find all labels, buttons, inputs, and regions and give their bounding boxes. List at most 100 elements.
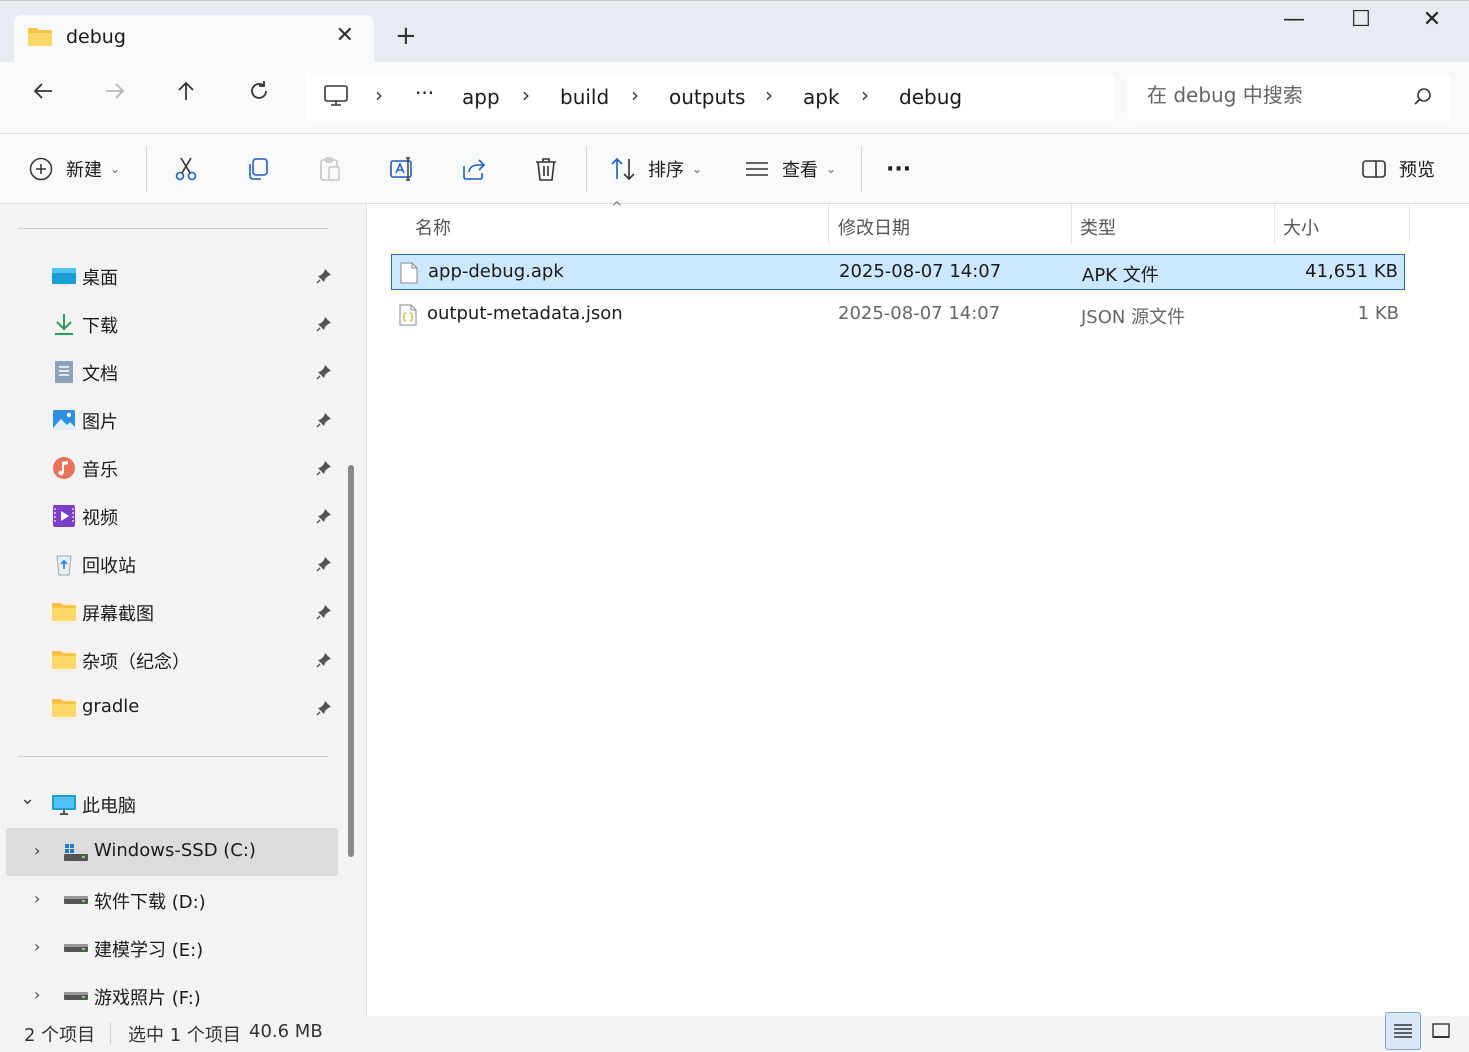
file-type: JSON 源文件 [1081,307,1186,328]
title-bar: debug ✕ + — ☐ ✕ [0,0,1469,63]
sidebar-divider [18,756,328,757]
view-button[interactable]: 查看 ⌄ [744,152,836,186]
sidebar-item-gradle[interactable]: gradle [6,684,338,732]
breadcrumb-app[interactable]: app [462,85,500,109]
refresh-button[interactable] [241,80,277,116]
tab-debug[interactable]: debug ✕ [14,15,374,63]
file-date: 2025-08-07 14:07 [838,303,1001,324]
sort-button[interactable]: 排序 ⌄ [610,152,702,186]
rename-button[interactable] [389,152,415,186]
file-icon [400,262,418,284]
command-toolbar: 新建 ⌄ 排序 ⌄ 查看 ⌄ ··· 预览 [0,134,1469,204]
tiles-view-icon [1432,1023,1450,1038]
drive-icon [64,992,88,1000]
more-options-button[interactable]: ··· [886,152,911,186]
column-divider[interactable] [828,204,829,244]
column-header-date[interactable]: 修改日期 [838,214,910,240]
sidebar-item-screenshots[interactable]: 屏幕截图 [6,588,338,636]
search-input[interactable] [1147,83,1397,107]
sidebar-item-drive-e[interactable]: › 建模学习 (E:) [6,924,338,972]
up-button[interactable] [168,80,204,116]
chevron-right-icon[interactable]: › [34,841,40,860]
pin-icon[interactable] [316,316,332,332]
preview-pane-button[interactable]: 预览 [1361,152,1435,186]
sidebar-item-label: 回收站 [82,556,136,577]
videos-icon [53,505,75,527]
pin-icon[interactable] [316,604,332,620]
sort-ascending-icon: ^ [611,200,623,216]
search-icon[interactable] [1413,87,1433,107]
chevron-down-icon: ⌄ [826,162,837,176]
sidebar-item-pictures[interactable]: 图片 [6,396,338,444]
close-window-button[interactable]: ✕ [1414,7,1450,43]
sidebar-item-label: 软件下载 (D:) [94,892,206,913]
breadcrumb-outputs[interactable]: outputs [669,85,745,109]
breadcrumb-apk[interactable]: apk [803,85,840,109]
address-bar[interactable]: › ··· app › build › outputs › apk › debu… [305,73,1115,121]
sidebar-scrollbar[interactable] [348,465,354,857]
json-file-icon [399,304,417,326]
list-view-icon [746,162,768,176]
breadcrumb-overflow[interactable]: ··· [415,81,434,105]
forward-button[interactable] [97,80,133,116]
sidebar-item-misc[interactable]: 杂项（纪念） [6,636,338,684]
column-header-name[interactable]: 名称 [415,214,451,240]
chevron-right-icon[interactable]: › [34,937,40,956]
sidebar-item-desktop[interactable]: 桌面 [6,252,338,300]
refresh-icon [251,81,267,99]
pin-icon[interactable] [316,652,332,668]
sidebar-item-drive-c[interactable]: › Windows-SSD (C:) [6,828,338,876]
tiles-view-button[interactable] [1423,1012,1459,1050]
sidebar-item-videos[interactable]: 视频 [6,492,338,540]
new-tab-button[interactable]: + [395,21,417,51]
cut-button[interactable] [173,152,199,186]
breadcrumb-debug[interactable]: debug [899,85,962,109]
chevron-down-icon[interactable]: ⌄ [20,788,35,809]
delete-button[interactable] [533,152,559,186]
file-list: ^ 名称 修改日期 类型 大小 app-debug.apk 2025-08-07… [367,200,1469,1016]
sidebar-item-downloads[interactable]: 下载 [6,300,338,348]
back-button[interactable] [25,80,61,116]
pictures-icon [53,410,75,430]
breadcrumb-build[interactable]: build [560,85,609,109]
chevron-right-icon[interactable]: › [34,985,40,1004]
file-row[interactable]: app-debug.apk 2025-08-07 14:07 APK 文件 41… [391,254,1405,290]
chevron-down-icon: ⌄ [692,162,703,176]
sidebar-item-label: 文档 [82,364,118,385]
column-divider[interactable] [1071,204,1072,244]
sidebar-item-this-pc[interactable]: ⌄ 此电脑 [6,780,338,828]
sidebar-item-drive-f[interactable]: › 游戏照片 (F:) [6,972,338,1016]
pin-icon[interactable] [316,508,332,524]
file-size: 41,651 KB [1305,261,1398,282]
pin-icon[interactable] [316,412,332,428]
plus-circle-icon [29,157,53,181]
column-divider[interactable] [1274,204,1275,244]
sidebar-item-label: 建模学习 (E:) [94,940,204,961]
status-bar: 2 个项目 选中 1 个项目 40.6 MB [0,1012,1469,1052]
share-button[interactable] [461,152,487,186]
pin-icon[interactable] [316,700,332,716]
column-header-size[interactable]: 大小 [1283,214,1319,240]
details-view-button[interactable] [1385,1012,1421,1050]
sidebar-item-recycle-bin[interactable]: 回收站 [6,540,338,588]
maximize-button[interactable]: ☐ [1343,7,1379,43]
sidebar-item-documents[interactable]: 文档 [6,348,338,396]
sidebar-item-drive-d[interactable]: › 软件下载 (D:) [6,876,338,924]
folder-icon [28,28,52,46]
column-divider[interactable] [1409,204,1410,244]
paste-button[interactable] [317,152,343,186]
pin-icon[interactable] [316,460,332,476]
pin-icon[interactable] [316,364,332,380]
sidebar-item-music[interactable]: 音乐 [6,444,338,492]
documents-icon [55,361,73,383]
copy-button[interactable] [245,152,271,186]
chevron-right-icon[interactable]: › [34,889,40,908]
pin-icon[interactable] [316,556,332,572]
sidebar-item-label: 下载 [82,316,118,337]
minimize-button[interactable]: — [1276,7,1312,43]
tab-close-button[interactable]: ✕ [336,23,354,48]
pin-icon[interactable] [316,268,332,284]
file-row[interactable]: output-metadata.json 2025-08-07 14:07 JS… [391,297,1405,333]
new-button[interactable]: 新建 ⌄ [28,152,120,186]
column-header-type[interactable]: 类型 [1080,214,1116,240]
